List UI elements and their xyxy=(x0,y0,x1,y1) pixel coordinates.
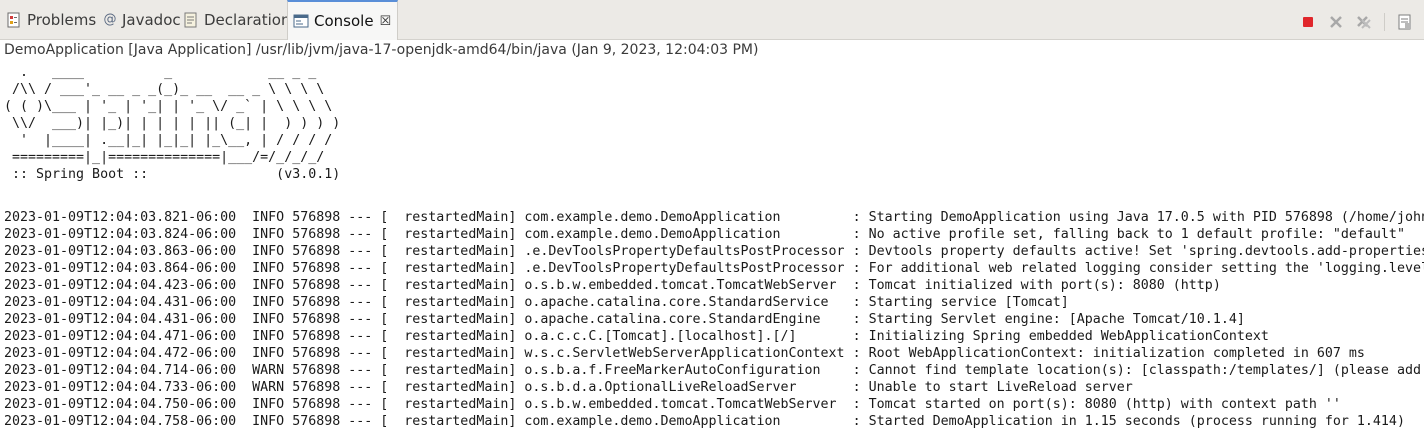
banner-line: \\/ ___)| |_)| | | | | || (_| | ) ) ) ) xyxy=(4,116,341,131)
log-line: 2023-01-09T12:04:04.423-06:00 INFO 57689… xyxy=(4,278,1221,293)
terminate-icon[interactable] xyxy=(1299,13,1317,31)
javadoc-at-icon: @ xyxy=(103,12,117,27)
launch-description: DemoApplication [Java Application] /usr/… xyxy=(4,42,759,58)
tab-problems[interactable]: Problems xyxy=(6,0,96,40)
tab-label: Problems xyxy=(27,11,97,29)
banner-line: =========|_|==============|___/=/_/_/_/ xyxy=(4,150,325,165)
log-line: 2023-01-09T12:04:04.471-06:00 INFO 57689… xyxy=(4,329,1269,344)
tab-declaration[interactable]: Declaration xyxy=(183,0,290,40)
tab-javadoc[interactable]: @ Javadoc xyxy=(103,0,181,40)
log-line: 2023-01-09T12:04:04.431-06:00 INFO 57689… xyxy=(4,295,1069,310)
problems-icon xyxy=(6,12,22,28)
log-line: 2023-01-09T12:04:03.821-06:00 INFO 57689… xyxy=(4,210,1424,225)
banner-line: . ____ _ __ _ _ xyxy=(4,65,317,80)
console-toolbar xyxy=(1294,12,1424,32)
log-line: 2023-01-09T12:04:03.864-06:00 INFO 57689… xyxy=(4,261,1424,276)
banner-line: ( ( )\___ | '_ | '_| | '_ \/ _` | \ \ \ … xyxy=(4,99,333,114)
log-line: 2023-01-09T12:04:03.824-06:00 INFO 57689… xyxy=(4,227,1405,242)
log-line: 2023-01-09T12:04:04.758-06:00 INFO 57689… xyxy=(4,414,1405,429)
banner-line: ' |____| .__|_| |_|_| |_\__, | / / / / xyxy=(4,133,333,148)
declaration-icon xyxy=(183,12,199,28)
console-icon xyxy=(293,13,309,29)
toolbar-separator xyxy=(1384,13,1385,31)
close-icon[interactable]: ☒ xyxy=(380,14,392,29)
tab-label: Javadoc xyxy=(122,11,181,29)
log-line: 2023-01-09T12:04:04.750-06:00 INFO 57689… xyxy=(4,397,1341,412)
spring-boot-banner: . ____ _ __ _ _ /\\ / ___'_ __ _ _(_)_ _… xyxy=(4,64,340,183)
view-tab-bar: Problems @ Javadoc Declaration Console ☒ xyxy=(0,0,1424,40)
tab-label: Console xyxy=(314,12,374,30)
clear-console-icon[interactable] xyxy=(1396,13,1414,31)
log-line: 2023-01-09T12:04:04.733-06:00 WARN 57689… xyxy=(4,380,1133,395)
tab-console[interactable]: Console ☒ xyxy=(287,0,399,40)
remove-all-terminated-icon[interactable] xyxy=(1355,13,1373,31)
console-output[interactable]: . ____ _ __ _ _ /\\ / ___'_ __ _ _(_)_ _… xyxy=(4,64,1424,448)
banner-line: /\\ / ___'_ __ _ _(_)_ __ __ _ \ \ \ \ xyxy=(4,82,325,97)
log-line: 2023-01-09T12:04:04.431-06:00 INFO 57689… xyxy=(4,312,1245,327)
banner-line: :: Spring Boot :: (v3.0.1) xyxy=(4,167,341,182)
tab-label: Declaration xyxy=(204,11,291,29)
log-line: 2023-01-09T12:04:04.472-06:00 INFO 57689… xyxy=(4,346,1365,361)
log-lines: 2023-01-09T12:04:03.821-06:00 INFO 57689… xyxy=(4,209,1424,430)
log-line: 2023-01-09T12:04:03.863-06:00 INFO 57689… xyxy=(4,244,1424,259)
remove-launch-icon[interactable] xyxy=(1327,13,1345,31)
log-line: 2023-01-09T12:04:04.714-06:00 WARN 57689… xyxy=(4,363,1421,378)
